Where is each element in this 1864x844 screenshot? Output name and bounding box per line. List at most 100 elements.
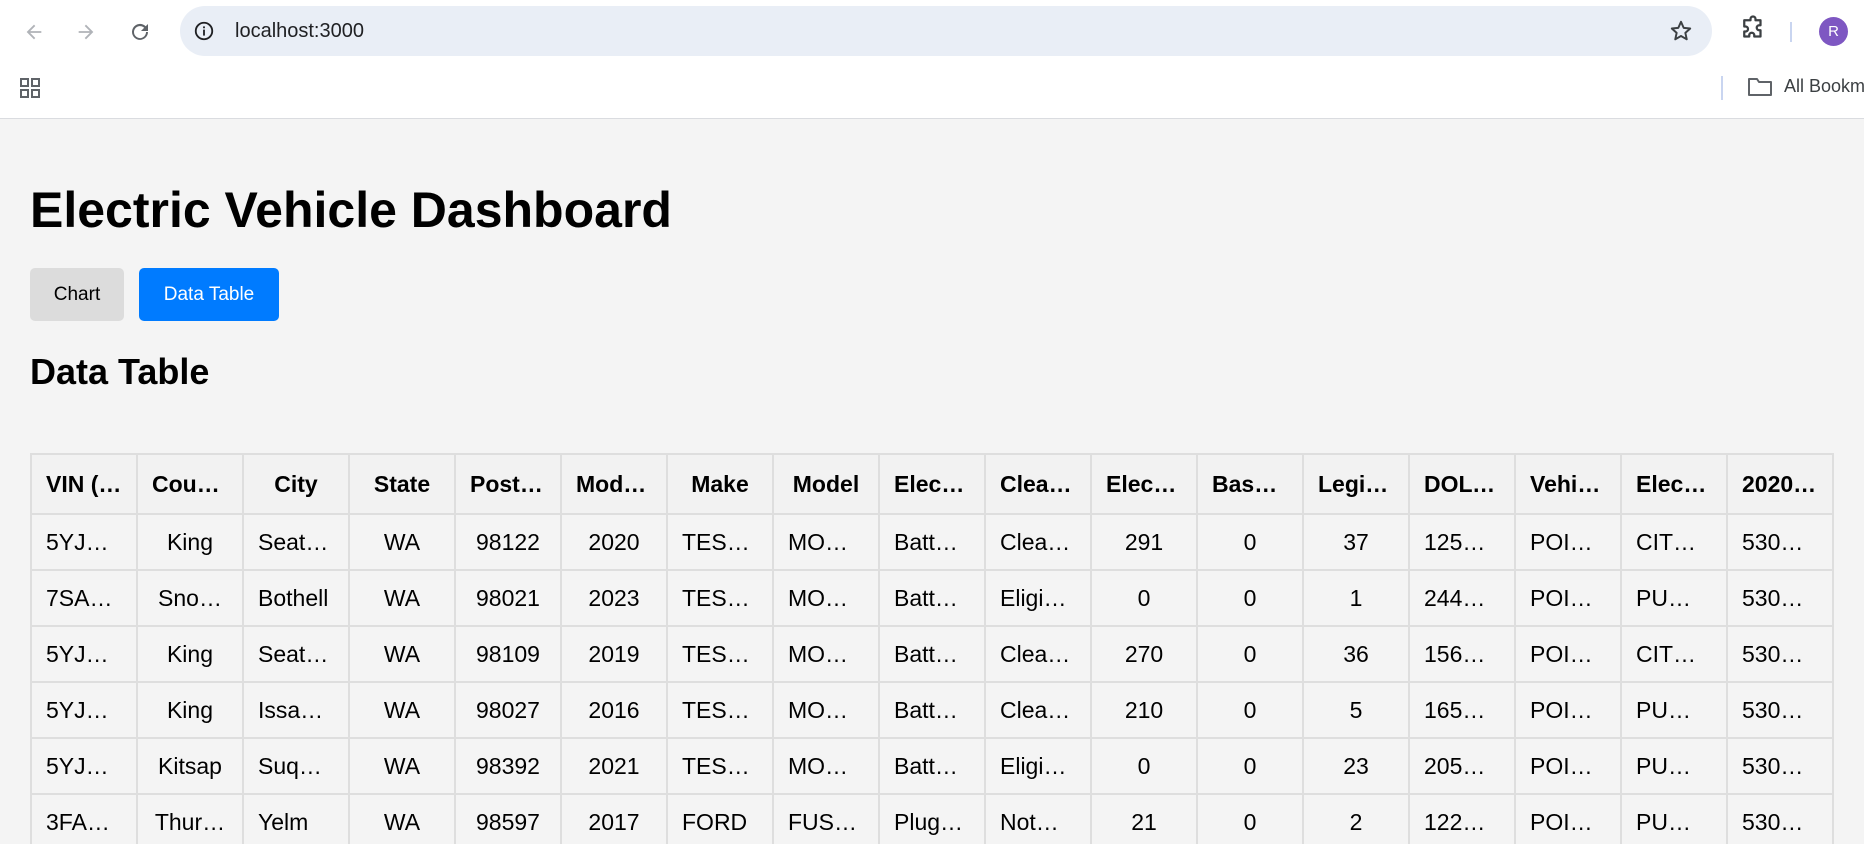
table-cell: 530… bbox=[1726, 681, 1834, 739]
table-cell: MO… bbox=[772, 737, 880, 795]
table-cell: TES… bbox=[666, 625, 774, 683]
table-cell: WA bbox=[348, 513, 456, 571]
table-cell: POI… bbox=[1514, 793, 1622, 844]
table-cell: 5YJ… bbox=[30, 681, 138, 739]
column-header[interactable]: Model Year bbox=[560, 453, 668, 515]
table-cell: WA bbox=[348, 793, 456, 844]
apps-grid-icon[interactable] bbox=[18, 76, 42, 100]
table-cell: Clea… bbox=[984, 513, 1092, 571]
table-cell: 0 bbox=[1196, 569, 1304, 627]
chart-tab-button[interactable]: Chart bbox=[30, 268, 124, 321]
site-info-icon[interactable] bbox=[192, 19, 216, 43]
table-cell: 0 bbox=[1196, 737, 1304, 795]
column-header[interactable]: Electric Utility bbox=[1620, 453, 1728, 515]
table-cell: Thur… bbox=[136, 793, 244, 844]
bookmark-star-icon[interactable] bbox=[1668, 18, 1694, 44]
url-text[interactable]: localhost:3000 bbox=[235, 20, 364, 43]
table-cell: POI… bbox=[1514, 569, 1622, 627]
table-cell: FORD bbox=[666, 793, 774, 844]
table-cell: King bbox=[136, 681, 244, 739]
table-row: 5YJ… King Seat… WA 98122 2020 TES… MO… Batt… Clea… bbox=[30, 513, 1834, 571]
folder-icon[interactable] bbox=[1747, 74, 1775, 100]
table-cell: Seat… bbox=[242, 625, 350, 683]
table-cell: 156… bbox=[1408, 625, 1516, 683]
column-header[interactable]: City bbox=[242, 453, 350, 515]
table-row: 3FA… Thur… Yelm WA 98597 2017 FORD FUS… Plug… Not… bbox=[30, 793, 1834, 844]
all-bookmarks-link[interactable]: All Bookmarks bbox=[1784, 76, 1864, 97]
table-cell: POI… bbox=[1514, 681, 1622, 739]
table-cell: 98597 bbox=[454, 793, 562, 844]
table-cell: 165… bbox=[1408, 681, 1516, 739]
table-cell: 2 bbox=[1302, 793, 1410, 844]
table-cell: CIT… bbox=[1620, 625, 1728, 683]
table-cell: Batt… bbox=[878, 737, 986, 795]
table-cell: POI… bbox=[1514, 737, 1622, 795]
table-cell: 98027 bbox=[454, 681, 562, 739]
table-cell: 530… bbox=[1726, 625, 1834, 683]
table-cell: POI… bbox=[1514, 625, 1622, 683]
table-cell: 2021 bbox=[560, 737, 668, 795]
column-header[interactable]: Vehicle Location bbox=[1514, 453, 1622, 515]
table-cell: Yelm bbox=[242, 793, 350, 844]
column-header[interactable]: Postal Code bbox=[454, 453, 562, 515]
table-cell: 291 bbox=[1090, 513, 1198, 571]
table-header-row: VIN (1-10) County City State Postal Code… bbox=[30, 453, 1834, 515]
table-cell: 0 bbox=[1196, 793, 1304, 844]
column-header[interactable]: Make bbox=[666, 453, 774, 515]
address-bar[interactable]: localhost:3000 bbox=[180, 6, 1712, 56]
column-header[interactable]: 2020 Census Tract bbox=[1726, 453, 1834, 515]
column-header[interactable]: Electric Vehicle Type bbox=[878, 453, 986, 515]
table-cell: Eligi… bbox=[984, 737, 1092, 795]
toolbar-separator bbox=[1790, 22, 1792, 42]
column-header[interactable]: Base MSRP bbox=[1196, 453, 1304, 515]
column-header[interactable]: VIN (1-10) bbox=[30, 453, 138, 515]
table-cell: PU… bbox=[1620, 737, 1728, 795]
table-cell: 98392 bbox=[454, 737, 562, 795]
column-header[interactable]: Model bbox=[772, 453, 880, 515]
table-cell: 530… bbox=[1726, 513, 1834, 571]
table-cell: King bbox=[136, 625, 244, 683]
column-header[interactable]: State bbox=[348, 453, 456, 515]
table-cell: 270 bbox=[1090, 625, 1198, 683]
table-cell: PU… bbox=[1620, 793, 1728, 844]
table-cell: 5YJ… bbox=[30, 737, 138, 795]
table-cell: MO… bbox=[772, 625, 880, 683]
table-cell: 0 bbox=[1090, 569, 1198, 627]
table-cell: 2020 bbox=[560, 513, 668, 571]
forward-button[interactable] bbox=[68, 14, 104, 50]
table-cell: TES… bbox=[666, 513, 774, 571]
back-button[interactable] bbox=[16, 14, 52, 50]
bookmarks-separator bbox=[1721, 76, 1723, 100]
table-cell: 98109 bbox=[454, 625, 562, 683]
table-cell: POI… bbox=[1514, 513, 1622, 571]
arrow-left-icon bbox=[26, 24, 42, 40]
table-cell: Clea… bbox=[984, 625, 1092, 683]
table-cell: Batt… bbox=[878, 681, 986, 739]
column-header[interactable]: Clean Alternative Fuel Vehicle Eligibili… bbox=[984, 453, 1092, 515]
profile-avatar[interactable]: R bbox=[1819, 17, 1848, 46]
table-cell: 7SA… bbox=[30, 569, 138, 627]
reload-button[interactable] bbox=[122, 14, 158, 50]
table-row: 5YJ… King Seat… WA 98109 2019 TES… MO… Batt… Clea… bbox=[30, 625, 1834, 683]
table-cell: 0 bbox=[1196, 625, 1304, 683]
table-cell: 0 bbox=[1196, 513, 1304, 571]
data-table-tab-button[interactable]: Data Table bbox=[139, 268, 279, 321]
table-cell: Not… bbox=[984, 793, 1092, 844]
extensions-puzzle-icon[interactable] bbox=[1738, 14, 1770, 46]
table-cell: TES… bbox=[666, 681, 774, 739]
table-cell: Batt… bbox=[878, 513, 986, 571]
table-cell: Batt… bbox=[878, 569, 986, 627]
table-cell: 21 bbox=[1090, 793, 1198, 844]
table-cell: 2017 bbox=[560, 793, 668, 844]
table-cell: 98122 bbox=[454, 513, 562, 571]
column-header[interactable]: DOL Vehicle ID bbox=[1408, 453, 1516, 515]
table-cell: WA bbox=[348, 569, 456, 627]
table-cell: Bothell bbox=[242, 569, 350, 627]
table-cell: 125… bbox=[1408, 513, 1516, 571]
table-cell: 205… bbox=[1408, 737, 1516, 795]
column-header[interactable]: County bbox=[136, 453, 244, 515]
column-header[interactable]: Electric Range bbox=[1090, 453, 1198, 515]
table-cell: Plug… bbox=[878, 793, 986, 844]
column-header[interactable]: Legislative District bbox=[1302, 453, 1410, 515]
table-cell: 530… bbox=[1726, 793, 1834, 844]
